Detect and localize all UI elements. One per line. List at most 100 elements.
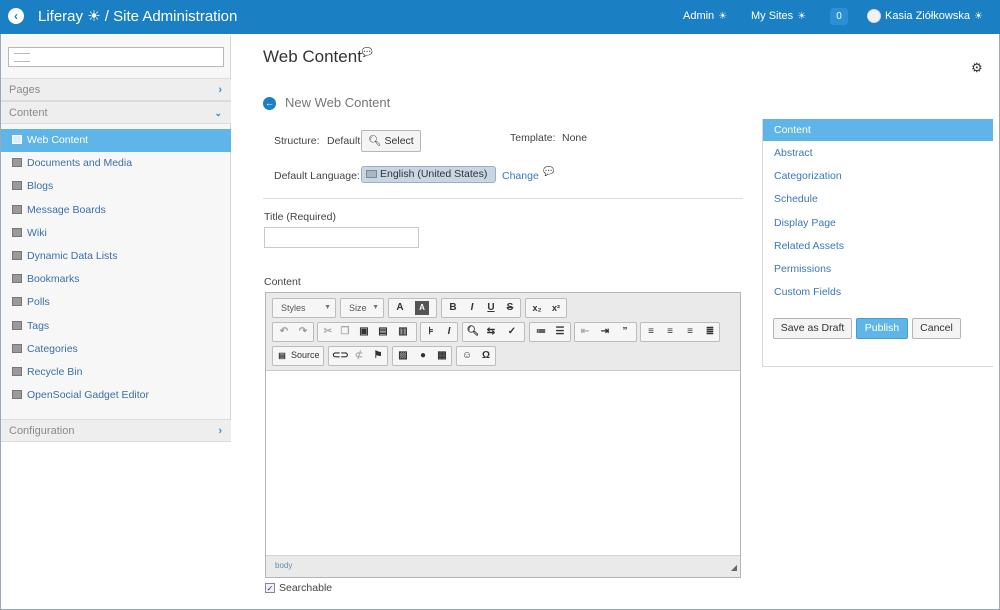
gear-icon[interactable]: ⚙	[971, 60, 983, 76]
sidebar-section-content[interactable]: Content ⌄	[1, 101, 231, 124]
nav-item-permissions[interactable]: Permissions	[763, 258, 993, 280]
superscript-icon[interactable]: x²	[549, 301, 563, 315]
title-label: Title (Required)	[264, 211, 336, 223]
find-icon[interactable]: 🔍︎	[466, 325, 480, 339]
editor-toolbar: Styles ▼ Size ▼ A A B I U S x₂ x² ↶ ↷ ✂ ❐ …	[266, 293, 740, 371]
align-center-icon[interactable]: ≡	[663, 325, 677, 339]
resize-grip-icon[interactable]: ◢	[731, 563, 737, 572]
form-navigator-panel: Content Abstract Categorization Schedule…	[762, 119, 993, 367]
redo-icon[interactable]: ↷	[296, 325, 310, 339]
underline-icon[interactable]: U	[484, 301, 498, 315]
nav-item-display-page[interactable]: Display Page	[763, 212, 993, 234]
unlink-icon[interactable]: ⊄	[352, 349, 366, 363]
nav-item-content[interactable]: Content	[763, 119, 993, 141]
sidebar-section-pages[interactable]: Pages ›	[1, 78, 231, 101]
link-icon[interactable]: ⊂⊃	[332, 349, 349, 363]
user-gear-icon: ☀	[973, 11, 983, 22]
sidebar-item-tags[interactable]: Tags	[1, 315, 231, 338]
sidebar-item-label: Wiki	[27, 227, 47, 239]
sidebar-item-bookmarks[interactable]: Bookmarks	[1, 268, 231, 291]
script-group: x₂ x²	[525, 298, 567, 318]
back-circle-icon[interactable]: ←	[263, 97, 276, 110]
italic-icon[interactable]: I	[465, 301, 479, 315]
text-color-icon[interactable]: A	[393, 301, 407, 315]
indent-group: ⇤ ⇥ ”	[574, 322, 637, 342]
user-avatar[interactable]	[867, 9, 881, 23]
nav-item-categorization[interactable]: Categorization	[763, 165, 993, 187]
publish-button[interactable]: Publish	[856, 318, 908, 339]
notification-count-badge[interactable]: 0	[830, 8, 848, 25]
sidebar-item-label: Tags	[27, 320, 50, 332]
blockquote-icon[interactable]: ”	[618, 325, 632, 339]
bold-icon[interactable]: B	[446, 301, 460, 315]
user-menu[interactable]: Kasia Ziółkowska ☀	[885, 10, 983, 22]
help-bubble-icon[interactable]: 💬	[362, 47, 373, 57]
bulleted-list-icon[interactable]: ☰	[553, 325, 567, 339]
change-language-link[interactable]: Change	[502, 170, 539, 182]
remove-format-icon[interactable]: I	[442, 325, 456, 339]
subscript-icon[interactable]: x₂	[530, 301, 544, 315]
sidebar-item-opensocial-gadget-editor[interactable]: OpenSocial Gadget Editor	[1, 384, 231, 407]
paste-icon[interactable]: ▣	[357, 325, 371, 339]
sidebar-section-configuration[interactable]: Configuration ›	[1, 419, 231, 442]
sidebar-item-message-boards[interactable]: Message Boards	[1, 199, 231, 222]
spellcheck-icon[interactable]: ✓	[503, 325, 521, 339]
special-char-icon[interactable]: Ω	[479, 349, 493, 363]
align-justify-icon[interactable]: ≣	[703, 325, 717, 339]
sidebar-item-documents-and-media[interactable]: Documents and Media	[1, 152, 231, 175]
app-title[interactable]: Liferay ☀ / Site Administration	[38, 7, 237, 25]
undo-icon[interactable]: ↶	[277, 325, 291, 339]
sidebar-item-polls[interactable]: Polls	[1, 291, 231, 314]
cut-icon[interactable]: ✂	[321, 325, 335, 339]
sidebar-item-categories[interactable]: Categories	[1, 338, 231, 361]
chevron-right-icon: ›	[218, 425, 222, 437]
table-icon[interactable]: ▦	[435, 349, 449, 363]
nav-item-related-assets[interactable]: Related Assets	[763, 235, 993, 257]
anchor-flag-icon[interactable]: ⚑	[371, 349, 385, 363]
cancel-button[interactable]: Cancel	[912, 318, 961, 339]
sidebar-item-recycle-bin[interactable]: Recycle Bin	[1, 361, 231, 384]
sidebar-item-dynamic-data-lists[interactable]: Dynamic Data Lists	[1, 245, 231, 268]
element-path[interactable]: body	[275, 561, 292, 570]
nav-item-abstract[interactable]: Abstract	[763, 142, 993, 164]
sidebar-item-label: Recycle Bin	[27, 366, 83, 378]
sidebar-item-blogs[interactable]: Blogs	[1, 175, 231, 198]
image-icon[interactable]: ▨	[396, 349, 410, 363]
flash-icon[interactable]: ●	[416, 349, 430, 363]
editor-content-area[interactable]	[266, 371, 740, 555]
numbered-list-icon[interactable]: ≔	[534, 325, 548, 339]
align-left-icon[interactable]: ≡	[644, 325, 658, 339]
indent-icon[interactable]: ⇥	[598, 325, 612, 339]
sidebar-item-wiki[interactable]: Wiki	[1, 222, 231, 245]
sub-header-text: New Web Content	[285, 95, 391, 110]
size-combo[interactable]: Size ▼	[340, 298, 384, 318]
back-arrow-icon[interactable]: ‹	[8, 8, 24, 24]
my-sites-menu[interactable]: My Sites ☀	[751, 10, 806, 22]
sidebar-search-input[interactable]	[8, 47, 224, 67]
copy-icon[interactable]: ❐	[338, 325, 352, 339]
save-as-draft-button[interactable]: Save as Draft	[773, 318, 852, 339]
outdent-icon[interactable]: ⇤	[578, 325, 592, 339]
source-button[interactable]: ▤ Source	[272, 346, 324, 366]
sidebar-item-label: Dynamic Data Lists	[27, 250, 118, 262]
nav-item-schedule[interactable]: Schedule	[763, 188, 993, 210]
background-color-icon[interactable]: A	[415, 301, 429, 315]
help-bubble-icon[interactable]: 💬	[543, 166, 554, 177]
paste-word-icon[interactable]: ▥	[396, 325, 410, 339]
styles-combo[interactable]: Styles ▼	[272, 298, 336, 318]
admin-menu[interactable]: Admin ☀	[683, 10, 727, 22]
editor-status-bar: body ◢	[266, 555, 740, 577]
align-right-icon[interactable]: ≡	[683, 325, 697, 339]
nav-item-custom-fields[interactable]: Custom Fields	[763, 281, 993, 303]
copy-formatting-icon[interactable]: ⊧	[424, 325, 438, 339]
trash-icon	[12, 367, 22, 376]
us-flag-icon	[366, 170, 377, 178]
strikethrough-icon[interactable]: S	[503, 301, 517, 315]
title-input[interactable]	[264, 227, 419, 248]
paste-text-icon[interactable]: ▤	[376, 325, 390, 339]
replace-icon[interactable]: ⇆	[484, 325, 498, 339]
smiley-icon[interactable]: ☺	[460, 349, 474, 363]
sidebar-item-web-content[interactable]: Web Content	[1, 129, 231, 152]
searchable-checkbox[interactable]: ✓	[265, 583, 275, 593]
select-structure-button[interactable]: 🔍︎ Select	[361, 130, 421, 152]
